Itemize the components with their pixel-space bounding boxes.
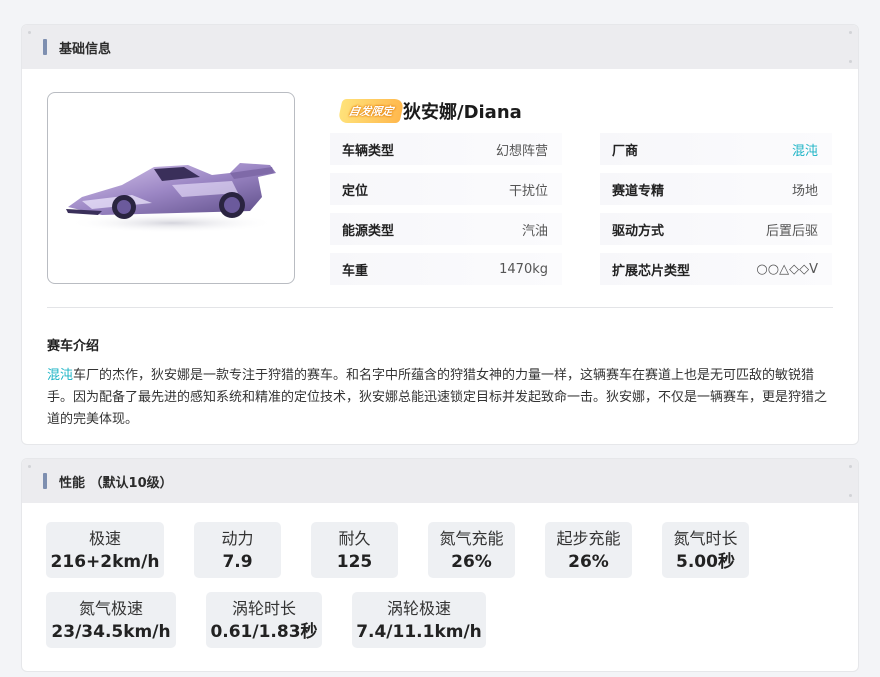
attr-label: 赛道专精 — [612, 183, 665, 199]
stat-label: 氮气时长 — [673, 529, 738, 548]
stat-value: 7.9 — [222, 552, 253, 572]
performance-header: 性能 （默认10级） — [22, 459, 858, 503]
attr-value: 1470kg — [499, 261, 548, 277]
stat-durability: 耐久 125 — [311, 522, 398, 578]
stat-value: 216+2km/h — [50, 552, 160, 572]
stat-turbo-duration: 涡轮时长 0.61/1.83秒 — [206, 592, 322, 648]
stat-value: 7.4/11.1km/h — [356, 622, 482, 642]
attr-label: 能源类型 — [342, 223, 395, 239]
stat-nitro-charge: 氮气充能 26% — [428, 522, 515, 578]
intro-body: 车厂的杰作，狄安娜是一款专注于狩猎的赛车。和名字中所蕴含的狩猎女神的力量一样，这… — [47, 368, 828, 427]
attr-value: 幻想阵营 — [495, 143, 548, 159]
section-accent-bar — [43, 473, 47, 489]
attr-label: 驱动方式 — [612, 223, 665, 239]
basic-info-title: 基础信息 — [59, 41, 112, 57]
attr-value: 汽油 — [521, 223, 548, 239]
stat-label: 动力 — [221, 529, 254, 548]
stat-nitro-speed: 氮气极速 23/34.5km/h — [46, 592, 176, 648]
stat-turbo-speed: 涡轮极速 7.4/11.1km/h — [352, 592, 486, 648]
stat-start-charge: 起步充能 26% — [545, 522, 632, 578]
intro-manufacturer-link[interactable]: 混沌 — [47, 368, 73, 383]
stat-label: 耐久 — [338, 529, 371, 548]
stat-value: 5.00秒 — [676, 552, 735, 572]
stat-top-speed: 极速 216+2km/h — [46, 522, 164, 578]
corner-dot — [28, 465, 31, 468]
basic-info-header: 基础信息 — [22, 25, 858, 69]
car-image-frame — [47, 92, 295, 284]
divider — [47, 307, 833, 308]
attr-row-weight: 车重 1470kg — [330, 253, 562, 285]
attr-value: 后置后驱 — [765, 223, 818, 239]
attr-label: 定位 — [342, 183, 369, 199]
stat-label: 氮气极速 — [78, 599, 143, 618]
basic-info-card: 基础信息 自发限定 狄安娜/Diana 车辆类型 幻想阵营 定位 干扰位 能源类… — [21, 24, 859, 445]
stat-nitro-duration: 氮气时长 5.00秒 — [662, 522, 749, 578]
corner-dot — [849, 465, 852, 468]
car-image — [66, 163, 277, 233]
stat-value: 23/34.5km/h — [51, 622, 171, 642]
attr-label: 车重 — [342, 263, 369, 279]
stat-value: 26% — [451, 552, 492, 572]
corner-dot — [849, 60, 852, 63]
limited-badge: 自发限定 — [337, 99, 405, 123]
intro-title: 赛车介绍 — [47, 339, 100, 354]
attr-value: 场地 — [791, 183, 818, 199]
manufacturer-link[interactable]: 混沌 — [792, 140, 818, 159]
stat-value: 26% — [568, 552, 609, 572]
attr-row-position: 定位 干扰位 — [330, 173, 562, 205]
attr-row-chip: 扩展芯片类型 ○○△◇◇V — [600, 253, 832, 285]
corner-dot — [849, 494, 852, 497]
stat-label: 涡轮时长 — [231, 599, 296, 618]
attr-label: 厂商 — [612, 143, 639, 159]
stat-label: 起步充能 — [556, 529, 621, 548]
attr-row-drive: 驱动方式 后置后驱 — [600, 213, 832, 245]
attr-label: 车辆类型 — [342, 143, 395, 159]
corner-dot — [849, 31, 852, 34]
intro-text: 混沌车厂的杰作，狄安娜是一款专注于狩猎的赛车。和名字中所蕴含的狩猎女神的力量一样… — [47, 365, 837, 431]
stat-power: 动力 7.9 — [194, 522, 281, 578]
attr-row-manufacturer: 厂商 混沌 — [600, 133, 832, 165]
attr-row-energy: 能源类型 汽油 — [330, 213, 562, 245]
attr-row-track-spec: 赛道专精 场地 — [600, 173, 832, 205]
performance-card: 性能 （默认10级） 极速 216+2km/h 动力 7.9 耐久 125 氮气… — [21, 458, 859, 672]
attr-row-vehicle-type: 车辆类型 幻想阵营 — [330, 133, 562, 165]
car-name: 狄安娜/Diana — [403, 102, 522, 123]
corner-dot — [28, 31, 31, 34]
stat-value: 125 — [336, 552, 373, 572]
attr-value: ○○△◇◇V — [756, 261, 818, 277]
attr-value: 干扰位 — [508, 183, 548, 199]
attr-label: 扩展芯片类型 — [612, 263, 691, 279]
performance-title: 性能 （默认10级） — [59, 475, 173, 491]
stat-label: 氮气充能 — [439, 529, 504, 548]
stat-label: 涡轮极速 — [386, 599, 451, 618]
stat-value: 0.61/1.83秒 — [210, 622, 318, 642]
section-accent-bar — [43, 39, 47, 55]
stat-label: 极速 — [88, 529, 121, 548]
